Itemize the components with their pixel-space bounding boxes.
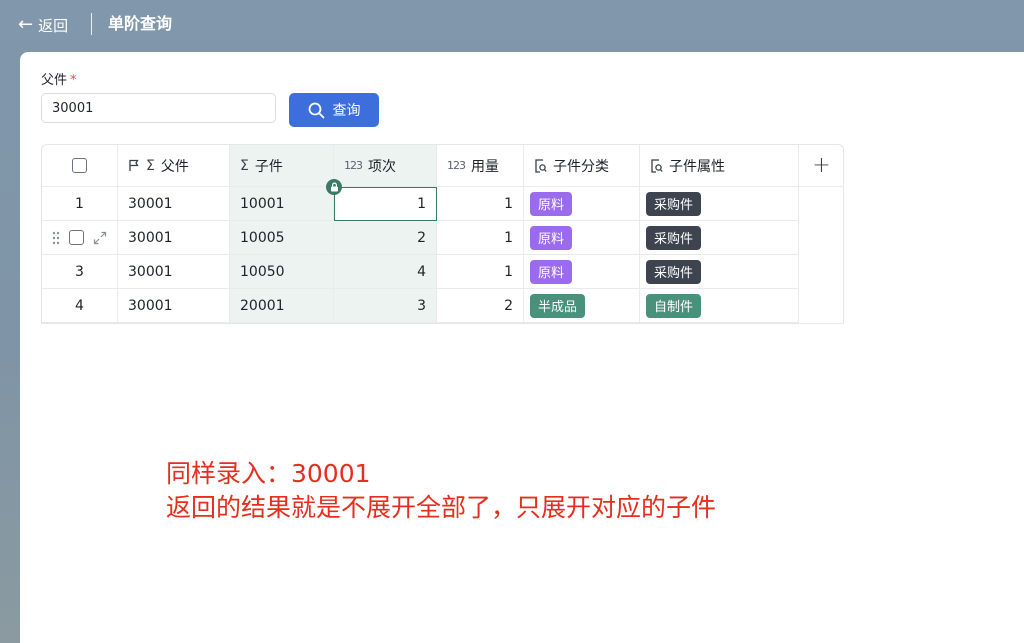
cell-parent[interactable]: 30001	[118, 221, 230, 255]
back-button[interactable]: ← 返回	[18, 14, 68, 36]
cell-parent[interactable]: 30001	[118, 187, 230, 221]
cell-parent[interactable]: 30001	[118, 255, 230, 289]
column-header-qty[interactable]: 123 用量	[437, 145, 524, 187]
expand-icon[interactable]	[93, 231, 107, 245]
attribute-tag: 采购件	[646, 191, 702, 216]
category-tag: 半成品	[530, 293, 586, 318]
cell-qty[interactable]: 1	[437, 221, 524, 255]
cell-category[interactable]: 半成品	[524, 289, 640, 323]
cell-attribute[interactable]: 自制件	[640, 289, 799, 323]
sigma-icon: Σ	[146, 157, 155, 174]
parent-label-text: 父件	[41, 73, 68, 88]
lock-icon	[326, 179, 342, 195]
attribute-tag: 自制件	[646, 293, 702, 318]
row-hover-controls	[42, 221, 118, 255]
cell-category[interactable]: 原料	[524, 255, 640, 289]
category-tag: 原料	[530, 191, 573, 216]
select-all-header	[42, 145, 118, 187]
number-icon: 123	[344, 159, 363, 172]
column-label-seq: 项次	[368, 158, 396, 175]
add-column-button[interactable]: +	[799, 145, 844, 187]
cell-attribute[interactable]: 采购件	[640, 255, 799, 289]
cell-child[interactable]: 10001	[230, 187, 334, 221]
annotation-line-1: 同样录入：30001	[166, 459, 371, 488]
lookup-icon	[535, 158, 547, 173]
row-index: 3	[42, 255, 118, 289]
column-header-seq[interactable]: 123 项次	[334, 145, 437, 187]
add-icon: +	[812, 153, 831, 178]
page-title: 单阶查询	[108, 14, 173, 33]
number-icon: 123	[447, 159, 466, 172]
row-index: 1	[42, 187, 118, 221]
cell-seq[interactable]: 4	[334, 255, 437, 289]
add-column-filler	[799, 187, 844, 324]
search-icon	[308, 102, 324, 118]
attribute-tag: 采购件	[646, 259, 702, 284]
required-mark: *	[70, 73, 77, 88]
flag-icon	[129, 159, 139, 171]
cell-child[interactable]: 10005	[230, 221, 334, 255]
column-header-child[interactable]: Σ 子件	[230, 145, 334, 187]
column-label-category: 子件分类	[553, 158, 609, 175]
cell-attribute[interactable]: 采购件	[640, 221, 799, 255]
lookup-icon	[651, 158, 663, 173]
query-button[interactable]: 查询	[289, 93, 379, 127]
cell-seq[interactable]: 2	[334, 221, 437, 255]
annotation-line-2: 返回的结果就是不展开全部了，只展开对应的子件	[166, 493, 717, 522]
select-all-checkbox[interactable]	[72, 158, 87, 173]
category-tag: 原料	[530, 225, 573, 250]
cell-category[interactable]: 原料	[524, 187, 640, 221]
attribute-tag: 采购件	[646, 225, 702, 250]
column-label-qty: 用量	[471, 158, 499, 175]
cell-seq[interactable]: 1	[334, 187, 437, 221]
column-header-attribute[interactable]: 子件属性	[640, 145, 799, 187]
cell-qty[interactable]: 1	[437, 255, 524, 289]
content-panel: 父件* 查询 Σ 父件 Σ 子件 123 项次 123 用量 子件分类	[20, 52, 1024, 643]
cell-attribute[interactable]: 采购件	[640, 187, 799, 221]
cell-child[interactable]: 20001	[230, 289, 334, 323]
drag-handle-icon[interactable]	[52, 231, 60, 245]
back-label: 返回	[38, 16, 69, 35]
row-checkbox[interactable]	[69, 230, 84, 245]
cell-seq[interactable]: 3	[334, 289, 437, 323]
parent-input[interactable]	[41, 93, 276, 123]
category-tag: 原料	[530, 259, 573, 284]
parent-field-label: 父件 *	[41, 69, 77, 88]
column-label-parent: 父件	[160, 158, 189, 175]
back-arrow-icon: ←	[18, 14, 34, 35]
top-bar: ← 返回 单阶查询	[0, 0, 1024, 52]
column-label-attribute: 子件属性	[669, 158, 725, 175]
header-divider	[91, 13, 92, 35]
annotation-note: 同样录入：30001 返回的结果就是不展开全部了，只展开对应的子件	[166, 457, 716, 525]
cell-parent[interactable]: 30001	[118, 289, 230, 323]
cell-qty[interactable]: 2	[437, 289, 524, 323]
query-label: 查询	[332, 103, 361, 119]
sigma-icon: Σ	[240, 157, 249, 174]
data-table: Σ 父件 Σ 子件 123 项次 123 用量 子件分类 子件属性 + 1 30…	[41, 144, 844, 324]
column-header-parent[interactable]: Σ 父件	[118, 145, 230, 187]
cell-qty[interactable]: 1	[437, 187, 524, 221]
column-label-child: 子件	[254, 158, 283, 175]
column-header-category[interactable]: 子件分类	[524, 145, 640, 187]
cell-child[interactable]: 10050	[230, 255, 334, 289]
row-index: 4	[42, 289, 118, 323]
cell-category[interactable]: 原料	[524, 221, 640, 255]
